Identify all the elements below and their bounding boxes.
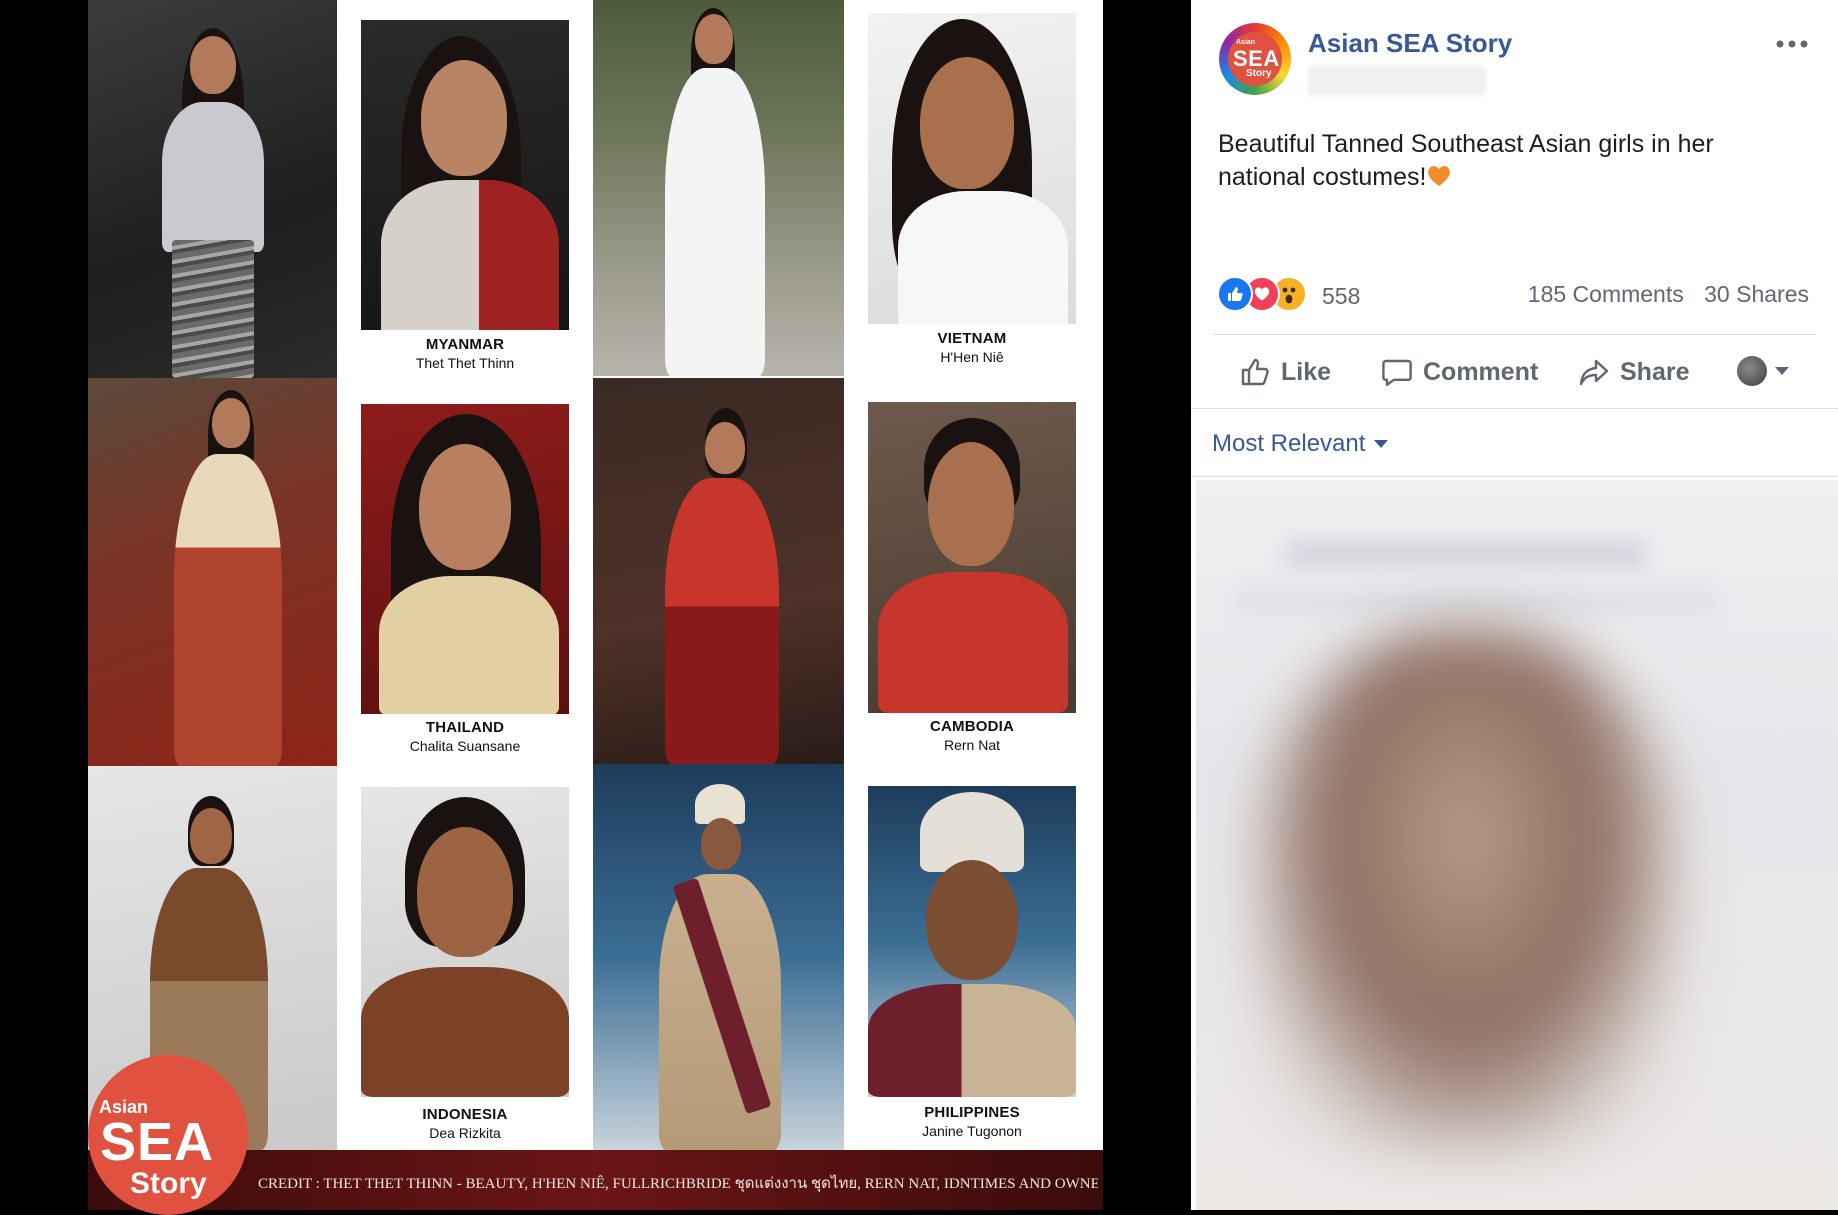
sort-label: Most Relevant xyxy=(1212,430,1366,457)
share-button[interactable]: Share xyxy=(1578,350,1689,394)
blurred-text xyxy=(1236,590,1716,612)
avatar-story-text: Story xyxy=(1246,68,1272,79)
photo-thailand-portrait xyxy=(361,404,569,714)
caption-person: Thet Thet Thinn xyxy=(415,355,515,371)
photo-cambodia-full xyxy=(593,378,844,764)
caption-philippines: PHILIPPINES Janine Tugonon xyxy=(868,1104,1076,1139)
post-message-text: Beautiful Tanned Southeast Asian girls i… xyxy=(1218,130,1714,191)
caption-myanmar: MYANMAR Thet Thet Thinn xyxy=(361,336,569,371)
audience-selector[interactable] xyxy=(1737,356,1789,386)
caption-person: Chalita Suansane xyxy=(409,738,521,754)
caption-indonesia: INDONESIA Dea Rizkita xyxy=(361,1106,569,1141)
thumbs-up-icon xyxy=(1241,358,1269,386)
caption-person: Dea Rizkita xyxy=(429,1125,501,1141)
caption-person: H'Hen Niê xyxy=(940,349,1004,365)
more-horizontal-icon xyxy=(1776,40,1808,48)
photo-cambodia-portrait xyxy=(868,402,1076,713)
caption-person: Janine Tugonon xyxy=(922,1123,1022,1139)
avatar-asian-text: Asian xyxy=(1236,39,1256,46)
photo-myanmar-full xyxy=(88,0,337,378)
post-sidebar: Asian SEA Story Asian SEA Story Beautifu… xyxy=(1191,0,1838,1210)
more-options-button[interactable] xyxy=(1775,25,1809,56)
comment-icon xyxy=(1382,359,1412,386)
photo-vietnam-full xyxy=(593,0,844,376)
caret-down-icon xyxy=(1374,440,1389,448)
photo-thailand-full xyxy=(88,378,337,766)
divider xyxy=(1213,334,1816,335)
orange-heart-icon xyxy=(1428,166,1451,186)
credit-text: CREDIT : THET THET THINN - BEAUTY, H'HEN… xyxy=(258,1176,1098,1192)
engagement-counts: 185 Comments 30 Shares xyxy=(1514,281,1809,308)
blurred-image xyxy=(1256,630,1676,1150)
post-timestamp-blurred xyxy=(1308,66,1486,96)
photo-philippines-portrait xyxy=(868,786,1076,1097)
photo-indonesia-portrait xyxy=(361,787,569,1097)
blurred-text xyxy=(1286,540,1646,568)
divider xyxy=(1191,476,1838,477)
photo-vietnam-portrait xyxy=(868,13,1076,324)
share-arrow-icon xyxy=(1579,359,1609,386)
caption-country: CAMBODIA xyxy=(929,718,1015,735)
caption-country: INDONESIA xyxy=(422,1106,508,1123)
comment-sort-dropdown[interactable]: Most Relevant xyxy=(1212,430,1389,458)
caption-country: THAILAND xyxy=(425,719,505,736)
caption-cambodia: CAMBODIA Rern Nat xyxy=(868,718,1076,753)
user-avatar xyxy=(1737,356,1767,386)
page-avatar-logo: Asian SEA Story xyxy=(1228,32,1282,86)
photo-philippines-full xyxy=(593,764,844,1150)
comment-button[interactable]: Comment xyxy=(1381,350,1538,394)
caption-vietnam: VIETNAM H'Hen Niê xyxy=(868,330,1076,365)
caption-thailand: THAILAND Chalita Suansane xyxy=(361,719,569,754)
caption-country: PHILIPPINES xyxy=(924,1104,1020,1121)
comment-label: Comment xyxy=(1423,357,1539,386)
caption-country: MYANMAR xyxy=(425,336,505,353)
logo-story-text: Story xyxy=(130,1167,207,1200)
blurred-comment-area xyxy=(1196,480,1838,1210)
like-reaction-icon xyxy=(1217,276,1253,312)
share-label: Share xyxy=(1620,357,1690,386)
reaction-count[interactable]: 558 xyxy=(1322,283,1360,310)
brand-logo: Asian SEA Story xyxy=(88,1055,248,1215)
divider xyxy=(1191,408,1838,409)
like-button[interactable]: Like xyxy=(1239,350,1331,394)
page-name-link[interactable]: Asian SEA Story xyxy=(1308,28,1512,59)
photo-collage: MYANMAR Thet Thet Thinn VIETNAM H'Hen Ni… xyxy=(88,0,1103,1210)
like-label: Like xyxy=(1281,357,1332,386)
caption-country: VIETNAM xyxy=(937,330,1007,347)
photo-viewer[interactable]: MYANMAR Thet Thet Thinn VIETNAM H'Hen Ni… xyxy=(0,0,1191,1215)
post-message: Beautiful Tanned Southeast Asian girls i… xyxy=(1218,128,1798,194)
photo-myanmar-portrait xyxy=(361,20,569,330)
caret-down-icon xyxy=(1775,367,1789,375)
page-avatar[interactable]: Asian SEA Story xyxy=(1219,23,1291,95)
shares-count-link[interactable]: 30 Shares xyxy=(1704,281,1809,307)
comments-count-link[interactable]: 185 Comments xyxy=(1528,281,1684,307)
logo-sea-text: SEA xyxy=(100,1112,215,1172)
caption-person: Rern Nat xyxy=(943,737,1001,753)
